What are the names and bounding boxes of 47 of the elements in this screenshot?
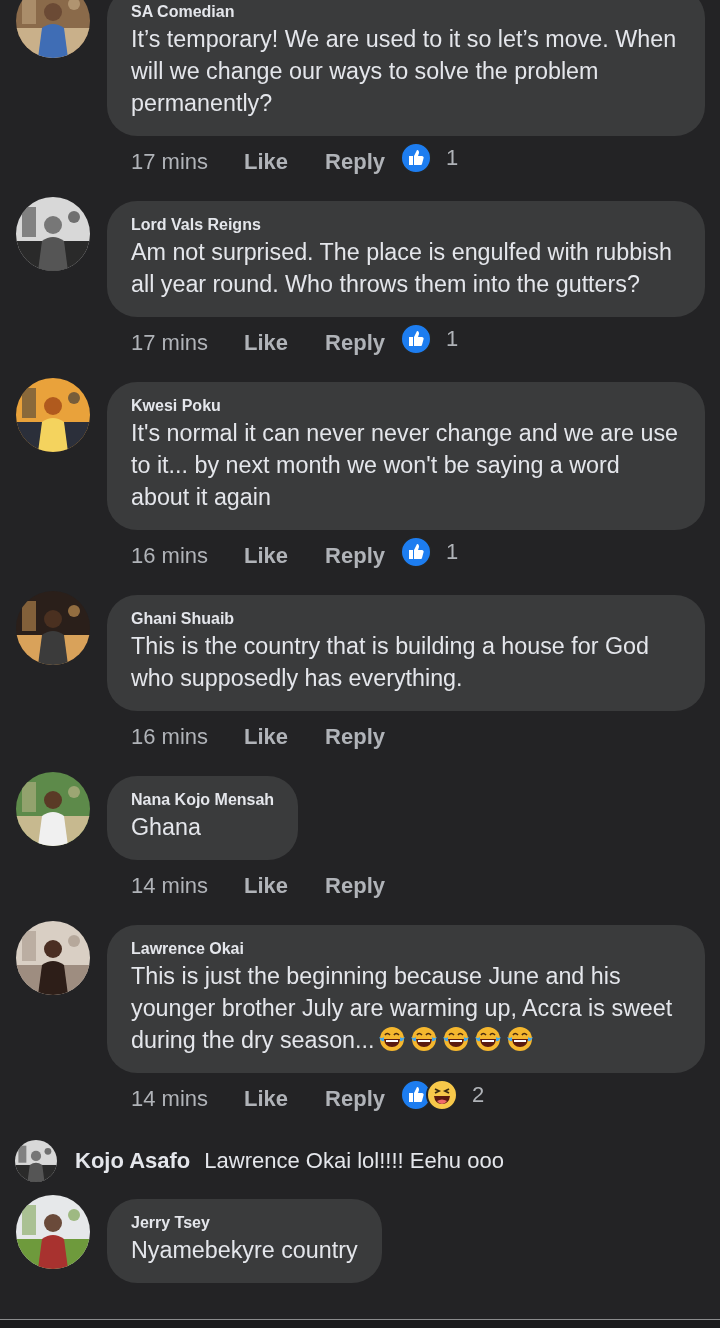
- timestamp: 17 mins: [131, 149, 209, 175]
- laughing-tears-icon: [506, 1025, 535, 1053]
- like-link[interactable]: Like: [244, 330, 289, 356]
- timestamp: 17 mins: [131, 330, 209, 356]
- reaction-count: 1: [446, 145, 459, 171]
- like-link[interactable]: Like: [244, 873, 289, 899]
- reply-text: Lawrence Okai lol!!!! Eehu ooo: [204, 1148, 504, 1174]
- laughing-tears-icon: [442, 1025, 471, 1053]
- author-name[interactable]: Jerry Tsey: [131, 1212, 358, 1234]
- author-name[interactable]: Nana Kojo Mensah: [131, 789, 275, 811]
- author-name[interactable]: Lawrence Okai: [131, 938, 681, 960]
- comment-text: This is the country that is building a house for God who supposedly has everything.: [131, 632, 650, 693]
- comment-text: Nyamebekyre country: [131, 1236, 358, 1265]
- author-name[interactable]: Kwesi Poku: [131, 395, 681, 417]
- comment-text: It’s temporary! We are used to it so let’s move. When will we change our ways to solve the problem permanently?: [131, 25, 678, 118]
- reaction-count: 1: [446, 539, 459, 565]
- like-link[interactable]: Like: [244, 149, 289, 175]
- timestamp: 16 mins: [131, 543, 209, 569]
- reply-link[interactable]: Reply: [325, 543, 385, 569]
- comment-text: Ghana: [131, 813, 202, 842]
- comment-text: This is just the beginning because June and his younger brother July are warming up, Accra is sweet during the dry season...: [131, 962, 674, 1055]
- laughing-tears-icon: [378, 1025, 407, 1053]
- comment-text: Am not surprised. The place is engulfed with rubbish all year round. Who throws them into the gutters?: [131, 238, 673, 299]
- reply-link[interactable]: Reply: [325, 873, 385, 899]
- laughing-tears-icon: [474, 1025, 503, 1053]
- comment-text: It's normal it can never never change and we are use to it... by next month we won't be saying a word about it again: [131, 419, 680, 512]
- laughing-tears-icon: [410, 1025, 439, 1053]
- reply-author[interactable]: Kojo Asafo: [75, 1148, 191, 1174]
- like-link[interactable]: Like: [244, 543, 289, 569]
- reaction-count: 1: [446, 326, 459, 352]
- like-link[interactable]: Like: [244, 1086, 289, 1112]
- like-icon: [400, 323, 432, 355]
- author-name[interactable]: Lord Vals Reigns: [131, 214, 681, 236]
- like-link[interactable]: Like: [244, 724, 289, 750]
- reply-link[interactable]: Reply: [325, 330, 385, 356]
- like-icon: [400, 142, 432, 174]
- author-name[interactable]: SA Comedian: [131, 1, 681, 23]
- reaction-count: 2: [472, 1082, 485, 1108]
- reply-link[interactable]: Reply: [325, 1086, 385, 1112]
- author-name[interactable]: Ghani Shuaib: [131, 608, 681, 630]
- timestamp: 14 mins: [131, 1086, 209, 1112]
- reply-link[interactable]: Reply: [325, 724, 385, 750]
- laughing-face-icon: [426, 1079, 458, 1111]
- reply-link[interactable]: Reply: [325, 149, 385, 175]
- timestamp: 14 mins: [131, 873, 209, 899]
- timestamp: 16 mins: [131, 724, 209, 750]
- like-icon: [400, 536, 432, 568]
